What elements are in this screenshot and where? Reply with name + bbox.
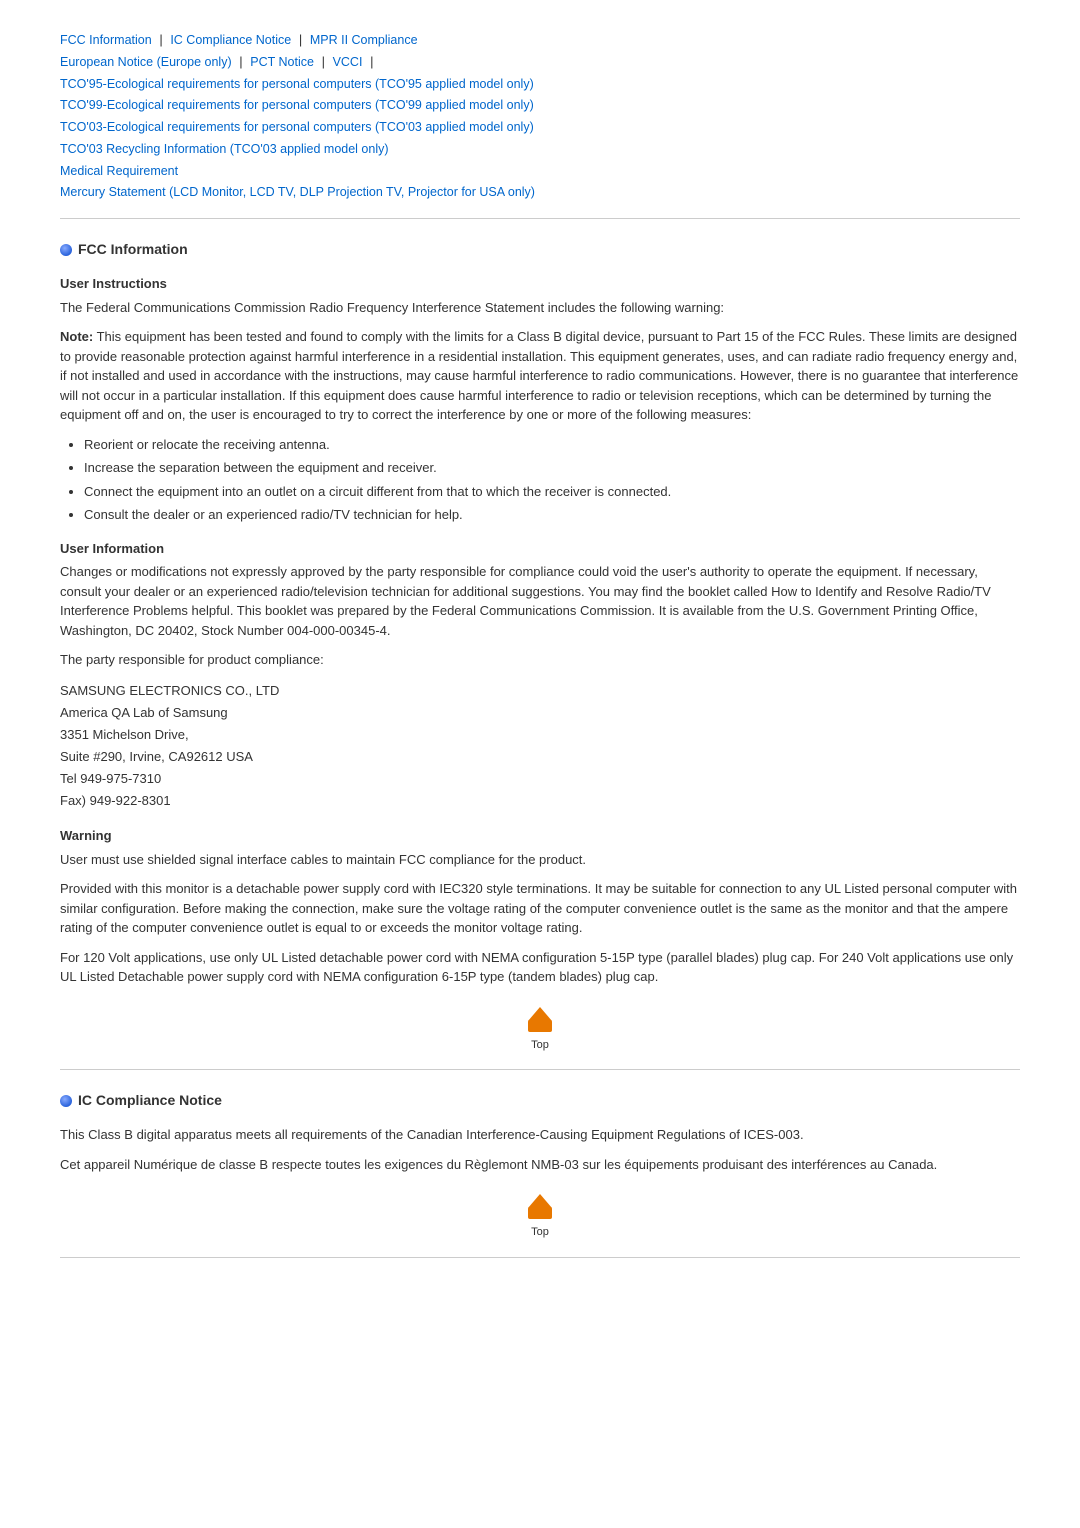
measures-list: Reorient or relocate the receiving anten… bbox=[60, 435, 1020, 525]
top-divider bbox=[60, 218, 1020, 219]
note-text: This equipment has been tested and found… bbox=[60, 329, 1018, 422]
fcc-content: User Instructions The Federal Communicat… bbox=[60, 274, 1020, 1053]
user-instructions-note: Note: This equipment has been tested and… bbox=[60, 327, 1020, 425]
nav-medical[interactable]: Medical Requirement bbox=[60, 164, 178, 178]
user-information-para2: The party responsible for product compli… bbox=[60, 650, 1020, 670]
nav-line-1: FCC Information | IC Compliance Notice |… bbox=[60, 30, 1020, 50]
nav-line-8: Mercury Statement (LCD Monitor, LCD TV, … bbox=[60, 182, 1020, 202]
warning-para3: For 120 Volt applications, use only UL L… bbox=[60, 948, 1020, 987]
nav-line-7: Medical Requirement bbox=[60, 161, 1020, 181]
user-information-para1: Changes or modifications not expressly a… bbox=[60, 562, 1020, 640]
ic-para1: This Class B digital apparatus meets all… bbox=[60, 1125, 1020, 1145]
ic-heading: IC Compliance Notice bbox=[60, 1090, 1020, 1111]
user-instructions-heading: User Instructions bbox=[60, 274, 1020, 294]
nav-mercury[interactable]: Mercury Statement (LCD Monitor, LCD TV, … bbox=[60, 185, 535, 199]
list-item: Increase the separation between the equi… bbox=[84, 458, 1020, 478]
ic-top-label: Top bbox=[531, 1224, 549, 1241]
nav-ic-compliance[interactable]: IC Compliance Notice bbox=[170, 33, 291, 47]
nav-tco95[interactable]: TCO'95-Ecological requirements for perso… bbox=[60, 77, 534, 91]
list-item: Consult the dealer or an experienced rad… bbox=[84, 505, 1020, 525]
bottom-divider bbox=[60, 1257, 1020, 1258]
nav-european[interactable]: European Notice (Europe only) bbox=[60, 55, 232, 69]
nav-vcci[interactable]: VCCI bbox=[333, 55, 363, 69]
ic-heading-text: IC Compliance Notice bbox=[78, 1090, 222, 1111]
ic-top-button-container: Top bbox=[60, 1192, 1020, 1241]
user-information-heading: User Information bbox=[60, 539, 1020, 559]
nav-tco03[interactable]: TCO'03-Ecological requirements for perso… bbox=[60, 120, 534, 134]
fcc-section: FCC Information User Instructions The Fe… bbox=[60, 239, 1020, 1053]
fcc-top-button-container: Top bbox=[60, 1005, 1020, 1054]
address-text: SAMSUNG ELECTRONICS CO., LTD America QA … bbox=[60, 683, 279, 808]
address-block: SAMSUNG ELECTRONICS CO., LTD America QA … bbox=[60, 680, 1020, 813]
nav-pct[interactable]: PCT Notice bbox=[250, 55, 314, 69]
nav-mpr[interactable]: MPR II Compliance bbox=[310, 33, 418, 47]
ic-bullet-icon bbox=[60, 1095, 72, 1107]
fcc-top-label: Top bbox=[531, 1037, 549, 1054]
fcc-heading-text: FCC Information bbox=[78, 239, 188, 260]
nav-line-5: TCO'03-Ecological requirements for perso… bbox=[60, 117, 1020, 137]
warning-para1: User must use shielded signal interface … bbox=[60, 850, 1020, 870]
top-icon bbox=[522, 1005, 558, 1037]
ic-top-button[interactable]: Top bbox=[522, 1192, 558, 1241]
nav-line-4: TCO'99-Ecological requirements for perso… bbox=[60, 95, 1020, 115]
navigation-links: FCC Information | IC Compliance Notice |… bbox=[60, 30, 1020, 202]
nav-line-2: European Notice (Europe only) | PCT Noti… bbox=[60, 52, 1020, 72]
ic-divider bbox=[60, 1069, 1020, 1070]
fcc-bullet-icon bbox=[60, 244, 72, 256]
user-instructions-intro: The Federal Communications Commission Ra… bbox=[60, 298, 1020, 318]
warning-para2: Provided with this monitor is a detachab… bbox=[60, 879, 1020, 938]
nav-tco03-recycling[interactable]: TCO'03 Recycling Information (TCO'03 app… bbox=[60, 142, 389, 156]
ic-para2: Cet appareil Numérique de classe B respe… bbox=[60, 1155, 1020, 1175]
ic-content: This Class B digital apparatus meets all… bbox=[60, 1125, 1020, 1241]
fcc-top-button[interactable]: Top bbox=[522, 1005, 558, 1054]
ic-top-arrow-svg bbox=[522, 1192, 558, 1224]
list-item: Connect the equipment into an outlet on … bbox=[84, 482, 1020, 502]
top-arrow-svg bbox=[522, 1005, 558, 1037]
list-item: Reorient or relocate the receiving anten… bbox=[84, 435, 1020, 455]
ic-section: IC Compliance Notice This Class B digita… bbox=[60, 1090, 1020, 1241]
fcc-heading: FCC Information bbox=[60, 239, 1020, 260]
nav-line-6: TCO'03 Recycling Information (TCO'03 app… bbox=[60, 139, 1020, 159]
nav-line-3: TCO'95-Ecological requirements for perso… bbox=[60, 74, 1020, 94]
note-bold: Note: bbox=[60, 329, 93, 344]
nav-fcc-info[interactable]: FCC Information bbox=[60, 33, 152, 47]
ic-top-icon bbox=[522, 1192, 558, 1224]
warning-heading: Warning bbox=[60, 826, 1020, 846]
nav-tco99[interactable]: TCO'99-Ecological requirements for perso… bbox=[60, 98, 534, 112]
